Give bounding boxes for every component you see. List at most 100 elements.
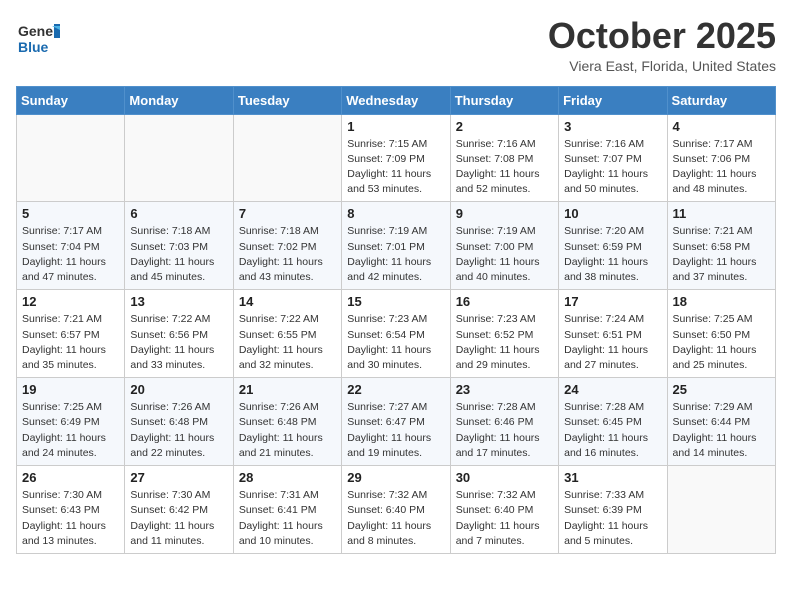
calendar-day-cell: 12Sunrise: 7:21 AM Sunset: 6:57 PM Dayli…	[17, 290, 125, 378]
calendar-day-cell: 1 Sunrise: 7:15 AM Sunset: 7:09 PM Daylig…	[342, 114, 450, 202]
day-info: Sunrise: 7:22 AM Sunset: 6:56 PM Dayligh…	[130, 312, 227, 373]
day-number: 9	[456, 206, 553, 221]
month-title: October 2025	[548, 16, 776, 56]
logo-icon: General Blue	[16, 16, 60, 60]
day-info: Sunrise: 7:26 AM Sunset: 6:48 PM Dayligh…	[130, 400, 227, 461]
calendar-day-cell: 17 Sunrise: 7:24 AM Sunset: 6:51 PM Dayli…	[559, 290, 667, 378]
day-info: Sunrise: 7:24 AM Sunset: 6:51 PM Dayligh…	[564, 312, 661, 373]
weekday-header: Friday	[559, 86, 667, 114]
calendar-day-cell: 4Sunrise: 7:17 AM Sunset: 7:06 PM Daylig…	[667, 114, 775, 202]
day-info: Sunrise: 7:23 AM Sunset: 6:54 PM Dayligh…	[347, 312, 444, 373]
weekday-header: Wednesday	[342, 86, 450, 114]
day-info: Sunrise: 7:20 AM Sunset: 6:59 PM Dayligh…	[564, 224, 661, 285]
calendar-day-cell: 23Sunrise: 7:28 AM Sunset: 6:46 PM Dayli…	[450, 378, 558, 466]
day-number: 22	[347, 382, 444, 397]
weekday-header: Thursday	[450, 86, 558, 114]
day-number: 17	[564, 294, 661, 309]
day-number: 1	[347, 119, 444, 134]
title-block: October 2025 Viera East, Florida, United…	[548, 16, 776, 74]
calendar-day-cell: 7 Sunrise: 7:18 AM Sunset: 7:02 PM Daylig…	[233, 202, 341, 290]
day-info: Sunrise: 7:21 AM Sunset: 6:58 PM Dayligh…	[673, 224, 770, 285]
day-number: 29	[347, 470, 444, 485]
day-info: Sunrise: 7:18 AM Sunset: 7:02 PM Dayligh…	[239, 224, 336, 285]
day-number: 27	[130, 470, 227, 485]
calendar-week-row: 5 Sunrise: 7:17 AM Sunset: 7:04 PM Daylig…	[17, 202, 776, 290]
day-number: 23	[456, 382, 553, 397]
day-number: 11	[673, 206, 770, 221]
day-number: 2	[456, 119, 553, 134]
day-number: 15	[347, 294, 444, 309]
day-info: Sunrise: 7:17 AM Sunset: 7:06 PM Dayligh…	[673, 137, 770, 198]
day-info: Sunrise: 7:15 AM Sunset: 7:09 PM Dayligh…	[347, 137, 444, 198]
day-info: Sunrise: 7:16 AM Sunset: 7:07 PM Dayligh…	[564, 137, 661, 198]
calendar-day-cell: 5 Sunrise: 7:17 AM Sunset: 7:04 PM Daylig…	[17, 202, 125, 290]
day-number: 31	[564, 470, 661, 485]
day-number: 26	[22, 470, 119, 485]
day-number: 16	[456, 294, 553, 309]
calendar-day-cell: 25 Sunrise: 7:29 AM Sunset: 6:44 PM Dayli…	[667, 378, 775, 466]
day-info: Sunrise: 7:21 AM Sunset: 6:57 PM Dayligh…	[22, 312, 119, 373]
calendar-day-cell: 2 Sunrise: 7:16 AM Sunset: 7:08 PM Daylig…	[450, 114, 558, 202]
calendar-day-cell: 24 Sunrise: 7:28 AM Sunset: 6:45 PM Dayli…	[559, 378, 667, 466]
day-number: 21	[239, 382, 336, 397]
calendar-day-cell: 10 Sunrise: 7:20 AM Sunset: 6:59 PM Dayli…	[559, 202, 667, 290]
calendar-day-cell	[233, 114, 341, 202]
day-number: 19	[22, 382, 119, 397]
calendar-day-cell: 28Sunrise: 7:31 AM Sunset: 6:41 PM Dayli…	[233, 466, 341, 554]
day-info: Sunrise: 7:19 AM Sunset: 7:00 PM Dayligh…	[456, 224, 553, 285]
day-info: Sunrise: 7:22 AM Sunset: 6:55 PM Dayligh…	[239, 312, 336, 373]
day-info: Sunrise: 7:30 AM Sunset: 6:42 PM Dayligh…	[130, 488, 227, 549]
calendar-day-cell: 13 Sunrise: 7:22 AM Sunset: 6:56 PM Dayli…	[125, 290, 233, 378]
calendar-day-cell: 22 Sunrise: 7:27 AM Sunset: 6:47 PM Dayli…	[342, 378, 450, 466]
day-info: Sunrise: 7:29 AM Sunset: 6:44 PM Dayligh…	[673, 400, 770, 461]
calendar-day-cell: 18 Sunrise: 7:25 AM Sunset: 6:50 PM Dayli…	[667, 290, 775, 378]
day-info: Sunrise: 7:25 AM Sunset: 6:49 PM Dayligh…	[22, 400, 119, 461]
calendar-day-cell: 3 Sunrise: 7:16 AM Sunset: 7:07 PM Daylig…	[559, 114, 667, 202]
calendar-day-cell: 16Sunrise: 7:23 AM Sunset: 6:52 PM Dayli…	[450, 290, 558, 378]
svg-text:General: General	[18, 23, 60, 39]
calendar-day-cell: 27 Sunrise: 7:30 AM Sunset: 6:42 PM Dayli…	[125, 466, 233, 554]
day-info: Sunrise: 7:18 AM Sunset: 7:03 PM Dayligh…	[130, 224, 227, 285]
day-info: Sunrise: 7:25 AM Sunset: 6:50 PM Dayligh…	[673, 312, 770, 373]
day-info: Sunrise: 7:26 AM Sunset: 6:48 PM Dayligh…	[239, 400, 336, 461]
calendar-day-cell	[125, 114, 233, 202]
calendar-day-cell: 8 Sunrise: 7:19 AM Sunset: 7:01 PM Daylig…	[342, 202, 450, 290]
day-number: 3	[564, 119, 661, 134]
calendar-day-cell: 26 Sunrise: 7:30 AM Sunset: 6:43 PM Dayli…	[17, 466, 125, 554]
logo: General Blue	[16, 16, 60, 60]
day-number: 24	[564, 382, 661, 397]
calendar-day-cell: 29Sunrise: 7:32 AM Sunset: 6:40 PM Dayli…	[342, 466, 450, 554]
calendar-table: SundayMondayTuesdayWednesdayThursdayFrid…	[16, 86, 776, 554]
day-number: 10	[564, 206, 661, 221]
day-number: 13	[130, 294, 227, 309]
day-info: Sunrise: 7:16 AM Sunset: 7:08 PM Dayligh…	[456, 137, 553, 198]
location: Viera East, Florida, United States	[548, 58, 776, 74]
calendar-day-cell: 14 Sunrise: 7:22 AM Sunset: 6:55 PM Dayli…	[233, 290, 341, 378]
day-number: 8	[347, 206, 444, 221]
day-info: Sunrise: 7:17 AM Sunset: 7:04 PM Dayligh…	[22, 224, 119, 285]
day-info: Sunrise: 7:31 AM Sunset: 6:41 PM Dayligh…	[239, 488, 336, 549]
day-number: 5	[22, 206, 119, 221]
weekday-header: Saturday	[667, 86, 775, 114]
day-number: 20	[130, 382, 227, 397]
day-info: Sunrise: 7:19 AM Sunset: 7:01 PM Dayligh…	[347, 224, 444, 285]
calendar-week-row: 19 Sunrise: 7:25 AM Sunset: 6:49 PM Dayli…	[17, 378, 776, 466]
weekday-header: Sunday	[17, 86, 125, 114]
weekday-header: Monday	[125, 86, 233, 114]
day-number: 14	[239, 294, 336, 309]
day-info: Sunrise: 7:28 AM Sunset: 6:45 PM Dayligh…	[564, 400, 661, 461]
day-number: 18	[673, 294, 770, 309]
day-number: 25	[673, 382, 770, 397]
calendar-day-cell: 15 Sunrise: 7:23 AM Sunset: 6:54 PM Dayli…	[342, 290, 450, 378]
day-info: Sunrise: 7:30 AM Sunset: 6:43 PM Dayligh…	[22, 488, 119, 549]
calendar-day-cell: 11 Sunrise: 7:21 AM Sunset: 6:58 PM Dayli…	[667, 202, 775, 290]
calendar-day-cell: 19 Sunrise: 7:25 AM Sunset: 6:49 PM Dayli…	[17, 378, 125, 466]
day-number: 30	[456, 470, 553, 485]
calendar-day-cell	[667, 466, 775, 554]
day-number: 7	[239, 206, 336, 221]
calendar-header-row: SundayMondayTuesdayWednesdayThursdayFrid…	[17, 86, 776, 114]
day-info: Sunrise: 7:33 AM Sunset: 6:39 PM Dayligh…	[564, 488, 661, 549]
day-info: Sunrise: 7:27 AM Sunset: 6:47 PM Dayligh…	[347, 400, 444, 461]
calendar-week-row: 12Sunrise: 7:21 AM Sunset: 6:57 PM Dayli…	[17, 290, 776, 378]
calendar-week-row: 1 Sunrise: 7:15 AM Sunset: 7:09 PM Daylig…	[17, 114, 776, 202]
